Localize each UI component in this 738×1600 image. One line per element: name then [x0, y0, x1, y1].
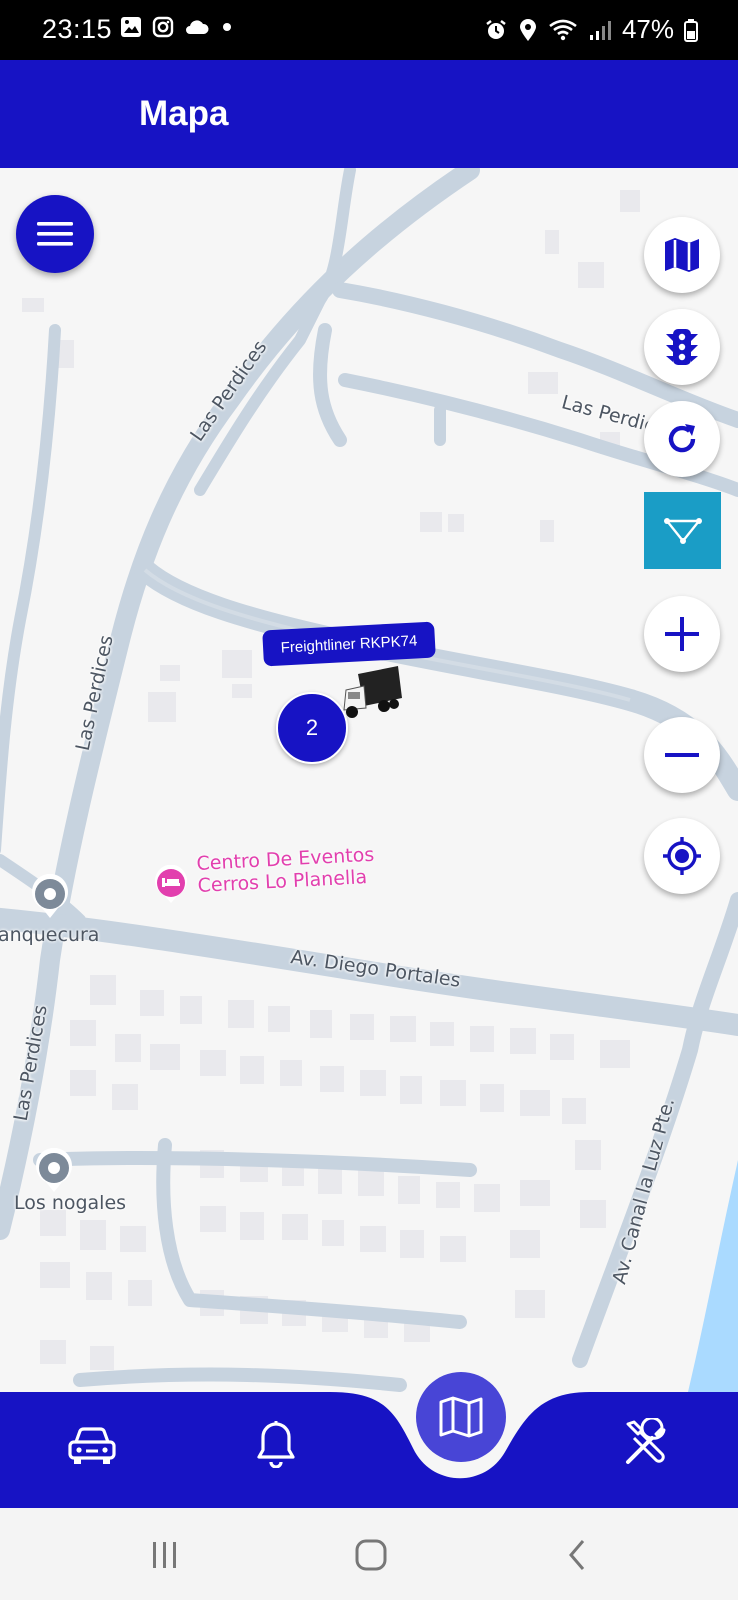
gallery-icon	[121, 17, 141, 37]
map-view[interactable]: Las Perdices Las Perdices Las Perdices L…	[0, 168, 738, 1392]
home-button[interactable]	[346, 1530, 396, 1580]
place-marker-icon[interactable]	[34, 1148, 74, 1194]
location-icon	[519, 18, 536, 41]
zoom-out-button[interactable]	[644, 717, 720, 793]
map-layers-button[interactable]	[644, 217, 720, 293]
wifi-icon	[549, 19, 577, 40]
bell-icon	[257, 1421, 295, 1468]
refresh-button[interactable]	[644, 401, 720, 477]
plus-icon	[665, 617, 699, 651]
poi-label[interactable]: Centro De Eventos Cerros Lo Planella	[196, 844, 376, 897]
instagram-icon	[152, 16, 174, 38]
menu-icon	[37, 222, 73, 246]
place-label-los-nogales: Los nogales	[14, 1192, 127, 1214]
hotel-poi-icon[interactable]	[153, 865, 189, 905]
system-nav-bar	[0, 1508, 738, 1600]
home-icon	[355, 1539, 387, 1571]
signal-icon	[589, 20, 611, 40]
recent-apps-icon	[153, 1542, 176, 1568]
status-left-icons	[120, 16, 234, 38]
filter-button[interactable]	[644, 492, 721, 569]
my-location-button[interactable]	[644, 818, 720, 894]
back-icon	[569, 1540, 585, 1570]
nav-map-button[interactable]	[416, 1372, 506, 1462]
status-bar: 23:15 47%	[0, 0, 738, 60]
map-icon	[439, 1396, 483, 1438]
triangle-icon	[663, 517, 702, 544]
app-bar: Mapa	[0, 60, 738, 168]
alarm-icon	[486, 19, 506, 39]
cloud-icon	[186, 20, 209, 34]
status-right-icons: 47%	[484, 14, 698, 45]
traffic-light-icon	[666, 329, 698, 365]
battery-icon	[684, 18, 698, 42]
nav-vehicles-button[interactable]	[64, 1418, 120, 1474]
traffic-button[interactable]	[644, 309, 720, 385]
back-button[interactable]	[552, 1530, 602, 1580]
zoom-in-button[interactable]	[644, 596, 720, 672]
truck-icon[interactable]	[338, 664, 406, 724]
minus-icon	[665, 753, 699, 757]
nav-alerts-button[interactable]	[248, 1414, 304, 1474]
vehicle-cluster-marker[interactable]: 2	[276, 692, 348, 764]
tools-icon	[626, 1418, 666, 1464]
recent-apps-button[interactable]	[140, 1530, 190, 1580]
dot-icon	[223, 23, 231, 31]
nav-tools-button[interactable]	[618, 1414, 678, 1474]
car-icon	[68, 1427, 116, 1464]
refresh-icon	[668, 424, 696, 453]
status-time: 23:15	[42, 14, 113, 44]
battery-percent: 47%	[621, 14, 674, 44]
crosshair-icon	[663, 837, 701, 875]
menu-button[interactable]	[16, 195, 94, 273]
place-label-anquecura: anquecura	[0, 924, 100, 946]
page-title: Mapa	[139, 94, 229, 133]
map-icon	[665, 238, 699, 272]
place-marker-icon[interactable]	[30, 874, 70, 920]
